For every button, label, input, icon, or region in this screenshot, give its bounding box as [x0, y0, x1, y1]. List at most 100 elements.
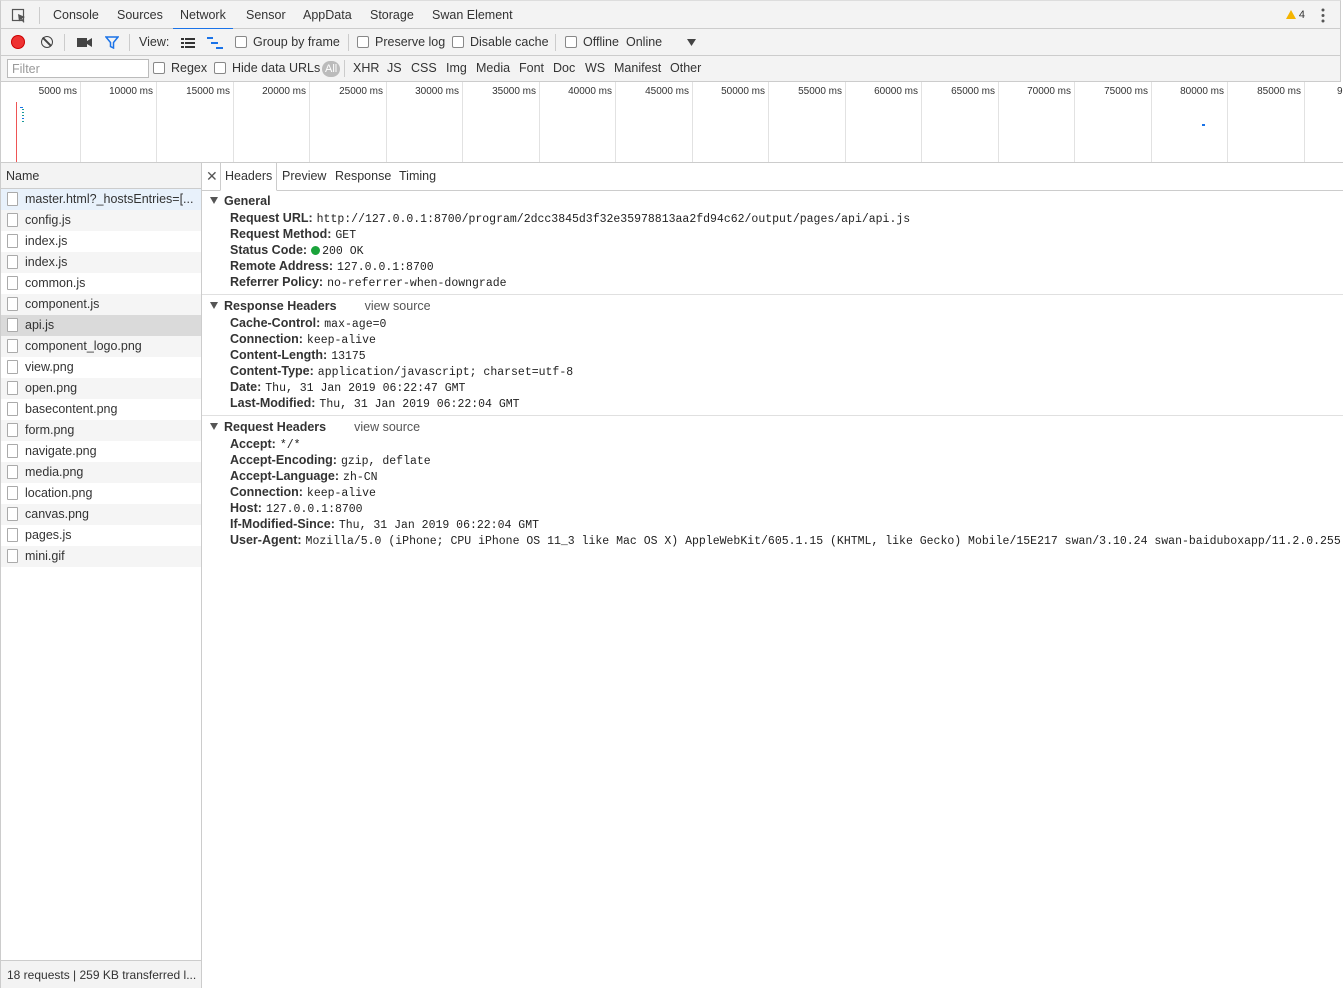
network-status-bar: 18 requests | 259 KB transferred l...: [1, 960, 201, 988]
image-file-icon: [7, 381, 18, 395]
filter-css[interactable]: CSS: [411, 61, 437, 75]
filter-bar: Regex Hide data URLs All XHR JS CSS Img …: [0, 56, 1341, 82]
timeline-tick: 15000 ms: [156, 82, 234, 162]
request-row[interactable]: pages.js: [1, 525, 201, 546]
request-row[interactable]: component.js: [1, 294, 201, 315]
filter-media[interactable]: Media: [476, 61, 510, 75]
timeline-tick: 20000 ms: [233, 82, 310, 162]
request-list: master.html?_hostsEntries=[... config.js…: [1, 189, 201, 567]
large-rows-icon[interactable]: [181, 38, 195, 48]
filter-js[interactable]: JS: [387, 61, 402, 75]
network-toolbar: View: Group by frame Preserve log Disabl…: [0, 29, 1341, 56]
image-file-icon: [7, 360, 18, 374]
offline-checkbox[interactable]: Offline: [565, 35, 619, 49]
request-row[interactable]: open.png: [1, 378, 201, 399]
filter-img[interactable]: Img: [446, 61, 467, 75]
image-file-icon: [7, 465, 18, 479]
tab-sensor[interactable]: Sensor: [244, 1, 288, 29]
header-row: Content-Length: 13175: [230, 348, 366, 363]
request-row[interactable]: view.png: [1, 357, 201, 378]
header-row: Referrer Policy: no-referrer-when-downgra…: [230, 275, 507, 290]
header-row: Connection: keep-alive: [230, 332, 376, 347]
request-row-selected[interactable]: api.js: [1, 315, 201, 336]
filter-input[interactable]: [7, 59, 149, 78]
screenshot-camera-icon[interactable]: [77, 37, 92, 48]
collapse-triangle-icon: [210, 302, 218, 309]
clear-button[interactable]: [41, 36, 53, 48]
timeline-tick: 25000 ms: [309, 82, 387, 162]
request-row[interactable]: location.png: [1, 483, 201, 504]
tab-response[interactable]: Response: [331, 163, 395, 189]
filter-manifest[interactable]: Manifest: [614, 61, 661, 75]
response-headers-section-header[interactable]: Response Headers view source: [210, 299, 431, 313]
timeline-tick: 55000 ms: [768, 82, 846, 162]
filter-xhr[interactable]: XHR: [353, 61, 379, 75]
tab-swan-element[interactable]: Swan Element: [430, 1, 515, 29]
request-waterfall-marks: [20, 107, 24, 122]
load-event-marker: [16, 102, 17, 162]
tab-appdata[interactable]: AppData: [301, 1, 354, 29]
tab-storage[interactable]: Storage: [368, 1, 416, 29]
filter-other[interactable]: Other: [670, 61, 701, 75]
tab-sources[interactable]: Sources: [115, 1, 165, 29]
header-row: Accept-Encoding: gzip, deflate: [230, 453, 431, 468]
request-row[interactable]: basecontent.png: [1, 399, 201, 420]
warnings-counter[interactable]: 4: [1285, 9, 1305, 21]
request-row[interactable]: index.js: [1, 231, 201, 252]
request-headers-section-header[interactable]: Request Headers view source: [210, 420, 420, 434]
name-column-header[interactable]: Name: [1, 163, 201, 189]
tab-separator: [39, 7, 40, 24]
timeline-tick: 70000 ms: [998, 82, 1075, 162]
dropdown-arrow-icon[interactable]: [687, 39, 696, 46]
header-row: If-Modified-Since: Thu, 31 Jan 2019 06:22…: [230, 517, 539, 532]
request-row[interactable]: form.png: [1, 420, 201, 441]
request-row[interactable]: master.html?_hostsEntries=[...: [1, 189, 201, 210]
header-row: Connection: keep-alive: [230, 485, 376, 500]
image-file-icon: [7, 486, 18, 500]
more-options-icon[interactable]: [1316, 7, 1330, 24]
request-row[interactable]: common.js: [1, 273, 201, 294]
header-row: Request URL: http://127.0.0.1:8700/progra…: [230, 211, 911, 226]
preserve-log-checkbox[interactable]: Preserve log: [357, 35, 445, 49]
inspect-element-icon[interactable]: [11, 8, 27, 24]
collapse-triangle-icon: [210, 197, 218, 204]
request-row[interactable]: navigate.png: [1, 441, 201, 462]
tab-headers[interactable]: Headers: [220, 163, 278, 191]
filter-funnel-icon[interactable]: [105, 36, 119, 49]
request-row[interactable]: mini.gif: [1, 546, 201, 567]
timeline-tick: 35000 ms: [462, 82, 540, 162]
general-section-header[interactable]: General: [210, 194, 271, 208]
throttling-select[interactable]: Online: [626, 35, 662, 49]
request-row[interactable]: component_logo.png: [1, 336, 201, 357]
record-button[interactable]: [12, 36, 24, 48]
tab-preview[interactable]: Preview: [278, 163, 330, 189]
request-row[interactable]: canvas.png: [1, 504, 201, 525]
detail-tab-bar: ✕ Headers Preview Response Timing: [202, 163, 1343, 191]
filter-doc[interactable]: Doc: [553, 61, 575, 75]
section-divider: [202, 415, 1343, 416]
filter-ws[interactable]: WS: [585, 61, 605, 75]
request-row[interactable]: index.js: [1, 252, 201, 273]
response-view-source-link[interactable]: view source: [365, 299, 431, 313]
hide-data-urls-checkbox[interactable]: Hide data URLs: [214, 61, 320, 75]
disable-cache-checkbox[interactable]: Disable cache: [452, 35, 549, 49]
image-file-icon: [7, 402, 18, 416]
request-row[interactable]: media.png: [1, 462, 201, 483]
regex-checkbox[interactable]: Regex: [153, 61, 207, 75]
tab-console[interactable]: Console: [51, 1, 101, 29]
timeline-tick: 30000 ms: [386, 82, 463, 162]
script-file-icon: [7, 318, 18, 332]
timeline-overview[interactable]: 5000 ms 10000 ms 15000 ms 20000 ms 25000…: [0, 82, 1343, 163]
filter-all-button[interactable]: All: [322, 61, 341, 77]
tab-timing[interactable]: Timing: [395, 163, 440, 189]
waterfall-overview-icon[interactable]: [207, 37, 223, 49]
request-view-source-link[interactable]: view source: [354, 420, 420, 434]
tab-network[interactable]: Network: [173, 1, 233, 30]
request-row[interactable]: config.js: [1, 210, 201, 231]
timeline-tick: 65000 ms: [921, 82, 999, 162]
script-file-icon: [7, 234, 18, 248]
request-detail-pane: ✕ Headers Preview Response Timing Genera…: [202, 163, 1343, 988]
group-by-frame-checkbox[interactable]: Group by frame: [235, 35, 340, 49]
close-icon[interactable]: ✕: [206, 168, 218, 185]
filter-font[interactable]: Font: [519, 61, 544, 75]
